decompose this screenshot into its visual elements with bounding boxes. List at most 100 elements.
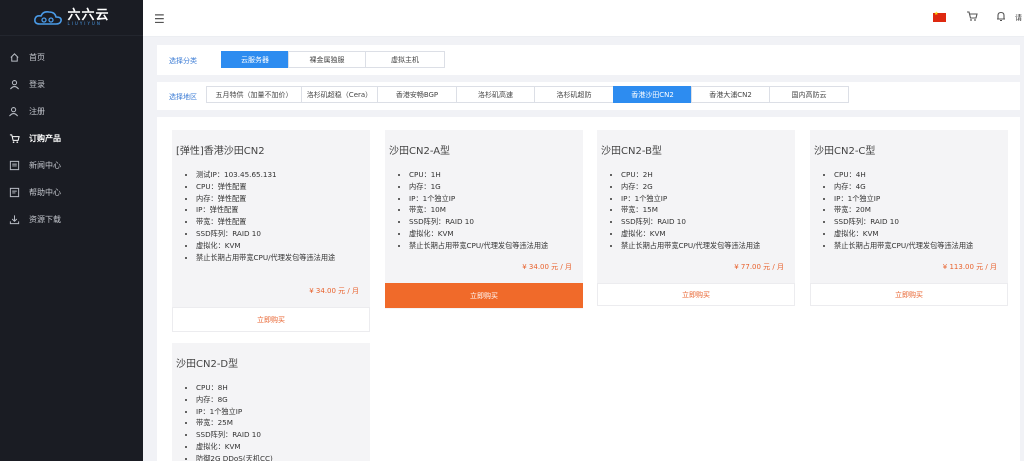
spec-item: 内存：4G [834, 181, 973, 193]
user-add-icon [8, 106, 20, 118]
spec-item: 虚拟化：KVM [834, 228, 973, 240]
sidebar-item-label: 新闻中心 [29, 161, 61, 170]
product-price: ¥ 77.00 元 / 月 [734, 263, 784, 271]
sidebar-item-login[interactable]: 登录 [0, 71, 143, 98]
spec-item: CPU：8H [196, 382, 273, 394]
spec-item: 禁止长期占用带宽CPU/代理发包等违法用途 [409, 240, 548, 252]
product-card: [弹性]香港沙田CN2 测试IP：103.45.65.131 CPU：弹性配置 … [172, 130, 370, 332]
brand-subtitle: LIUYIYUN [67, 21, 102, 26]
spec-item: 禁止长期占用带宽CPU/代理发包等违法用途 [196, 252, 335, 264]
spec-item: CPU：1H [409, 169, 548, 181]
sidebar-nav: 首页 登录 注册 订购产品 新闻中心 帮助中心 资源下载 [0, 44, 143, 233]
sidebar-item-label: 首页 [29, 53, 45, 62]
spec-item: 测试IP：103.45.65.131 [196, 169, 335, 181]
spec-item: 带宽：25M [196, 417, 273, 429]
download-icon [8, 214, 20, 226]
sidebar: 六六云 LIUYIYUN 首页 登录 注册 订购产品 新闻中心 帮助中心 资源下… [0, 0, 143, 461]
spec-item: IP：弹性配置 [196, 204, 335, 216]
product-title: 沙田CN2-A型 [389, 146, 451, 157]
spec-item: 带宽：10M [409, 204, 548, 216]
product-list: [弹性]香港沙田CN2 测试IP：103.45.65.131 CPU：弹性配置 … [157, 117, 1020, 461]
product-card: 沙田CN2-B型 CPU：2H 内存：2G IP：1个独立IP 带宽：15M S… [597, 130, 795, 306]
product-specs: CPU：8H 内存：8G IP：1个独立IP 带宽：25M SSD阵列：RAID… [196, 382, 273, 461]
spec-item: SSD阵列：RAID 10 [409, 216, 548, 228]
spec-item: CPU：4H [834, 169, 973, 181]
spec-item: IP：1个独立IP [196, 406, 273, 418]
sidebar-item-home[interactable]: 首页 [0, 44, 143, 71]
sidebar-item-label: 注册 [29, 107, 45, 116]
product-price: ¥ 34.00 元 / 月 [522, 263, 572, 271]
spec-item: CPU：2H [621, 169, 760, 181]
sidebar-item-label: 登录 [29, 80, 45, 89]
spec-item: 禁止长期占用带宽CPU/代理发包等违法用途 [621, 240, 760, 252]
product-title: [弹性]香港沙田CN2 [176, 146, 265, 157]
buy-now-button[interactable]: 立即购买 [597, 283, 795, 306]
category-label: 选择分类 [169, 57, 197, 65]
product-card: 沙田CN2-A型 CPU：1H 内存：1G IP：1个独立IP 带宽：10M S… [385, 130, 583, 309]
tab-region-la-antiddos[interactable]: 洛杉矶超防 [534, 86, 614, 103]
spec-item: 带宽：20M [834, 204, 973, 216]
product-title: 沙田CN2-C型 [814, 146, 876, 157]
buy-now-button[interactable]: 立即购买 [172, 307, 370, 332]
tab-region-la-cera[interactable]: 洛杉矶超稳（Cera） [301, 86, 378, 103]
menu-toggle-icon[interactable]: ☰ [154, 12, 165, 26]
help-icon [8, 187, 20, 199]
tab-bare-metal[interactable]: 裸金属独服 [288, 51, 366, 68]
bell-icon[interactable] [995, 10, 1007, 24]
product-card: 沙田CN2-C型 CPU：4H 内存：4G IP：1个独立IP 带宽：20M S… [810, 130, 1008, 306]
region-filter: 选择地区 五月特供（加量不加价） 洛杉矶超稳（Cera） 香港安畅BGP 洛杉矶… [157, 82, 1020, 110]
spec-item: SSD阵列：RAID 10 [621, 216, 760, 228]
spec-item: 虚拟化：KVM [196, 441, 273, 453]
product-specs: CPU：2H 内存：2G IP：1个独立IP 带宽：15M SSD阵列：RAID… [621, 169, 760, 252]
user-icon [8, 79, 20, 91]
product-title: 沙田CN2-D型 [176, 359, 239, 370]
spec-item: 内存：2G [621, 181, 760, 193]
sidebar-item-help[interactable]: 帮助中心 [0, 179, 143, 206]
tab-region-may-special[interactable]: 五月特供（加量不加价） [206, 86, 302, 103]
tab-region-domestic-antiddos[interactable]: 国内高防云 [769, 86, 849, 103]
spec-item: SSD阵列：RAID 10 [196, 228, 335, 240]
spec-item: IP：1个独立IP [834, 193, 973, 205]
user-login-link[interactable]: 请 [1015, 13, 1022, 23]
spec-item: IP：1个独立IP [409, 193, 548, 205]
buy-now-button[interactable]: 立即购买 [385, 283, 583, 308]
category-tabs: 云服务器 裸金属独服 虚拟主机 [221, 51, 445, 68]
spec-item: IP：1个独立IP [621, 193, 760, 205]
product-specs: 测试IP：103.45.65.131 CPU：弹性配置 内存：弹性配置 IP：弹… [196, 169, 335, 263]
spec-item: 禁止长期占用带宽CPU/代理发包等违法用途 [834, 240, 973, 252]
spec-item: 虚拟化：KVM [196, 240, 335, 252]
spec-item: 防御2G DDoS(天机CC) [196, 453, 273, 461]
language-flag-icon[interactable] [933, 11, 946, 22]
spec-item: 带宽：弹性配置 [196, 216, 335, 228]
spec-item: CPU：弹性配置 [196, 181, 335, 193]
product-specs: CPU：1H 内存：1G IP：1个独立IP 带宽：10M SSD阵列：RAID… [409, 169, 548, 252]
sidebar-item-label: 帮助中心 [29, 188, 61, 197]
product-price: ¥ 113.00 元 / 月 [942, 263, 997, 271]
tab-region-hk-taipo-cn2[interactable]: 香港大浦CN2 [691, 86, 770, 103]
buy-now-button[interactable]: 立即购买 [810, 283, 1008, 306]
sidebar-item-download[interactable]: 资源下载 [0, 206, 143, 233]
news-icon [8, 160, 20, 172]
sidebar-item-order[interactable]: 订购产品 [0, 125, 143, 152]
tab-virtual-host[interactable]: 虚拟主机 [365, 51, 445, 68]
sidebar-item-register[interactable]: 注册 [0, 98, 143, 125]
product-price: ¥ 34.00 元 / 月 [309, 287, 359, 295]
tab-cloud-server[interactable]: 云服务器 [221, 51, 289, 68]
spec-item: 内存：8G [196, 394, 273, 406]
product-title: 沙田CN2-B型 [601, 146, 662, 157]
tab-region-hk-anchang-bgp[interactable]: 香港安畅BGP [377, 86, 457, 103]
sidebar-item-label: 订购产品 [29, 134, 61, 143]
cart-icon [8, 133, 20, 145]
tab-region-la-highspeed[interactable]: 洛杉矶高速 [456, 86, 535, 103]
tab-region-hk-shatin-cn2[interactable]: 香港沙田CN2 [613, 86, 692, 103]
home-icon [8, 52, 20, 64]
sidebar-item-news[interactable]: 新闻中心 [0, 152, 143, 179]
spec-item: 虚拟化：KVM [409, 228, 548, 240]
topbar: ☰ 请 [143, 0, 1024, 37]
region-tabs: 五月特供（加量不加价） 洛杉矶超稳（Cera） 香港安畅BGP 洛杉矶高速 洛杉… [206, 86, 849, 103]
spec-item: 内存：弹性配置 [196, 193, 335, 205]
brand-logo[interactable]: 六六云 LIUYIYUN [0, 0, 143, 36]
shopping-cart-icon[interactable] [966, 10, 978, 24]
product-card: 沙田CN2-D型 CPU：8H 内存：8G IP：1个独立IP 带宽：25M S… [172, 343, 370, 461]
region-label: 选择地区 [169, 93, 197, 101]
